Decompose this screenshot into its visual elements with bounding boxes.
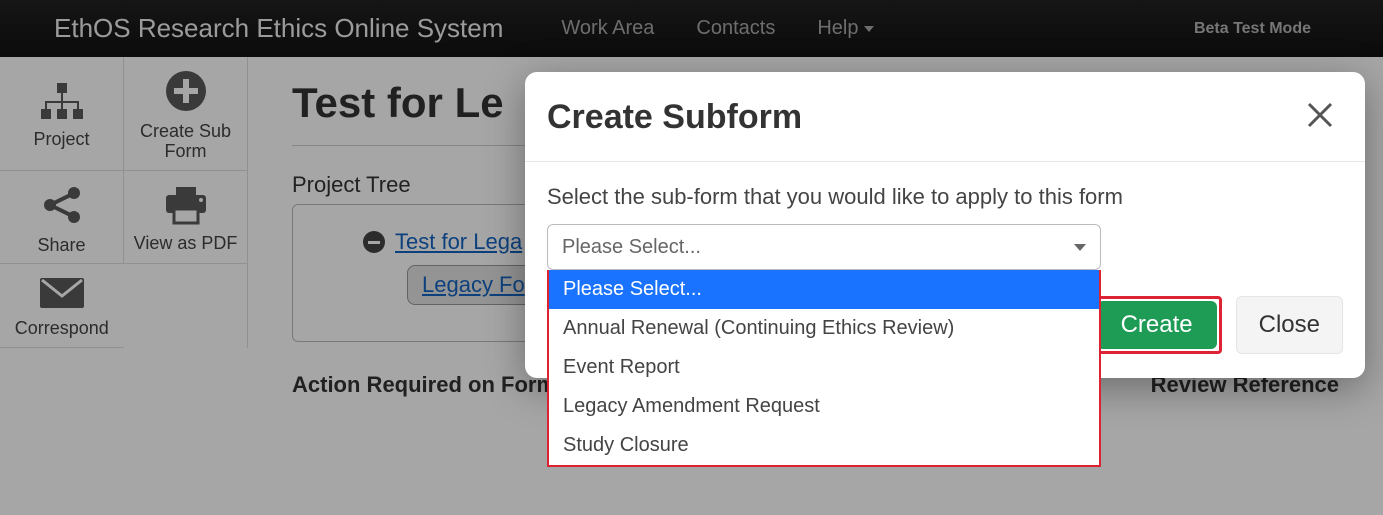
modal-body: Select the sub-form that you would like … <box>525 162 1365 278</box>
option-event-report[interactable]: Event Report <box>549 348 1099 387</box>
modal-header: Create Subform <box>525 72 1365 162</box>
close-icon[interactable] <box>1305 100 1335 135</box>
create-button-highlight: Create <box>1092 296 1222 354</box>
modal-title: Create Subform <box>547 98 802 137</box>
option-legacy-amendment[interactable]: Legacy Amendment Request <box>549 387 1099 426</box>
close-button[interactable]: Close <box>1236 296 1343 354</box>
subform-select[interactable]: Please Select... Please Select... Annual… <box>547 224 1101 270</box>
select-value: Please Select... <box>562 236 701 259</box>
option-study-closure[interactable]: Study Closure <box>549 426 1099 465</box>
select-dropdown: Please Select... Annual Renewal (Continu… <box>547 270 1101 467</box>
modal-prompt: Select the sub-form that you would like … <box>547 184 1343 210</box>
select-display[interactable]: Please Select... <box>547 224 1101 270</box>
chevron-down-icon <box>1074 244 1086 251</box>
create-button[interactable]: Create <box>1097 301 1217 349</box>
option-please-select[interactable]: Please Select... <box>549 270 1099 309</box>
option-annual-renewal[interactable]: Annual Renewal (Continuing Ethics Review… <box>549 309 1099 348</box>
create-subform-modal: Create Subform Select the sub-form that … <box>525 72 1365 378</box>
